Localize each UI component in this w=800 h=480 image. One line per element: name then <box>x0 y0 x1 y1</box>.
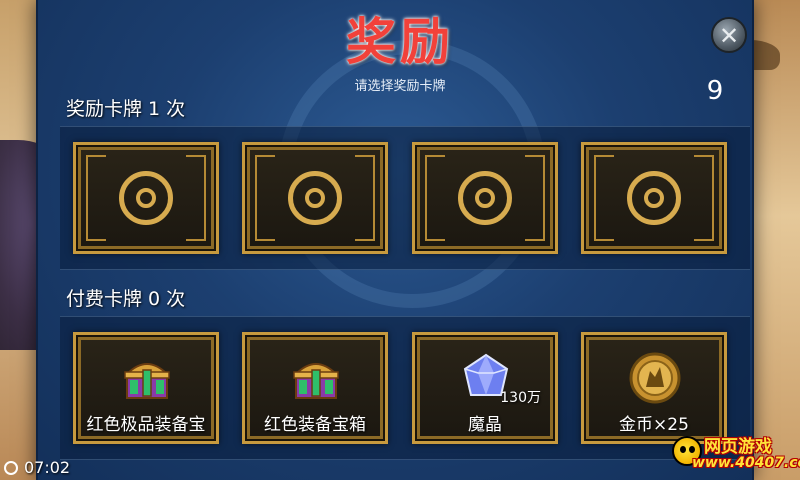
card-ornament <box>355 155 375 241</box>
card-ornament <box>594 155 614 241</box>
treasure-chest-icon <box>114 349 180 407</box>
card-back-emblem-icon <box>119 171 173 225</box>
reward-cards-count: 1 <box>148 98 161 120</box>
reward-cards-unit: 次 <box>166 98 186 120</box>
clock-time: 07:02 <box>24 458 71 477</box>
paid-cards-label: 付费卡牌 <box>66 288 143 310</box>
card-ornament <box>186 155 206 241</box>
clock-display: 07:02 <box>4 458 70 477</box>
card-ornament <box>525 155 545 241</box>
close-icon: ✕ <box>718 22 740 50</box>
paid-card-2[interactable]: 红色装备宝箱 <box>242 332 388 444</box>
reward-card-2[interactable] <box>242 142 388 254</box>
page-title: 奖励 <box>346 12 454 71</box>
paid-card-3[interactable]: 130万 魔晶 <box>412 332 558 444</box>
paid-card-3-label: 魔晶 <box>468 415 502 435</box>
paid-card-3-quantity: 130万 <box>500 390 541 406</box>
treasure-chest-icon <box>283 349 349 407</box>
card-back-emblem-icon <box>627 171 681 225</box>
card-ornament <box>86 155 106 241</box>
paid-card-1[interactable]: 红色极品装备宝 <box>73 332 219 444</box>
watermark-line1: 网页游戏 <box>704 437 772 457</box>
card-ornament <box>255 155 275 241</box>
remaining-counter: 9 <box>706 76 724 106</box>
paid-cards-unit: 次 <box>166 288 186 310</box>
reward-cards-label: 奖励卡牌 <box>66 98 143 120</box>
reward-card-4[interactable] <box>581 142 727 254</box>
close-button[interactable]: ✕ <box>711 17 747 53</box>
reward-card-1[interactable] <box>73 142 219 254</box>
paid-cards-count: 0 <box>148 288 161 310</box>
paid-card-2-label: 红色装备宝箱 <box>264 415 366 435</box>
card-ornament <box>694 155 714 241</box>
reward-cards-heading: 奖励卡牌 1 次 <box>66 94 185 121</box>
card-ornament <box>425 155 445 241</box>
watermark-line2: www.40407.com <box>692 455 800 471</box>
paid-card-4[interactable]: 金币×25 <box>581 332 727 444</box>
clock-icon <box>4 461 18 475</box>
site-watermark: 网页游戏 www.40407.com <box>670 430 800 476</box>
gold-coin-icon <box>622 349 688 407</box>
card-back-emblem-icon <box>458 171 512 225</box>
paid-card-1-label: 红色极品装备宝 <box>86 415 206 435</box>
card-back-emblem-icon <box>288 171 342 225</box>
paid-cards-heading: 付费卡牌 0 次 <box>66 284 185 311</box>
page-subtitle: 请选择奖励卡牌 <box>354 79 446 94</box>
reward-card-3[interactable] <box>412 142 558 254</box>
